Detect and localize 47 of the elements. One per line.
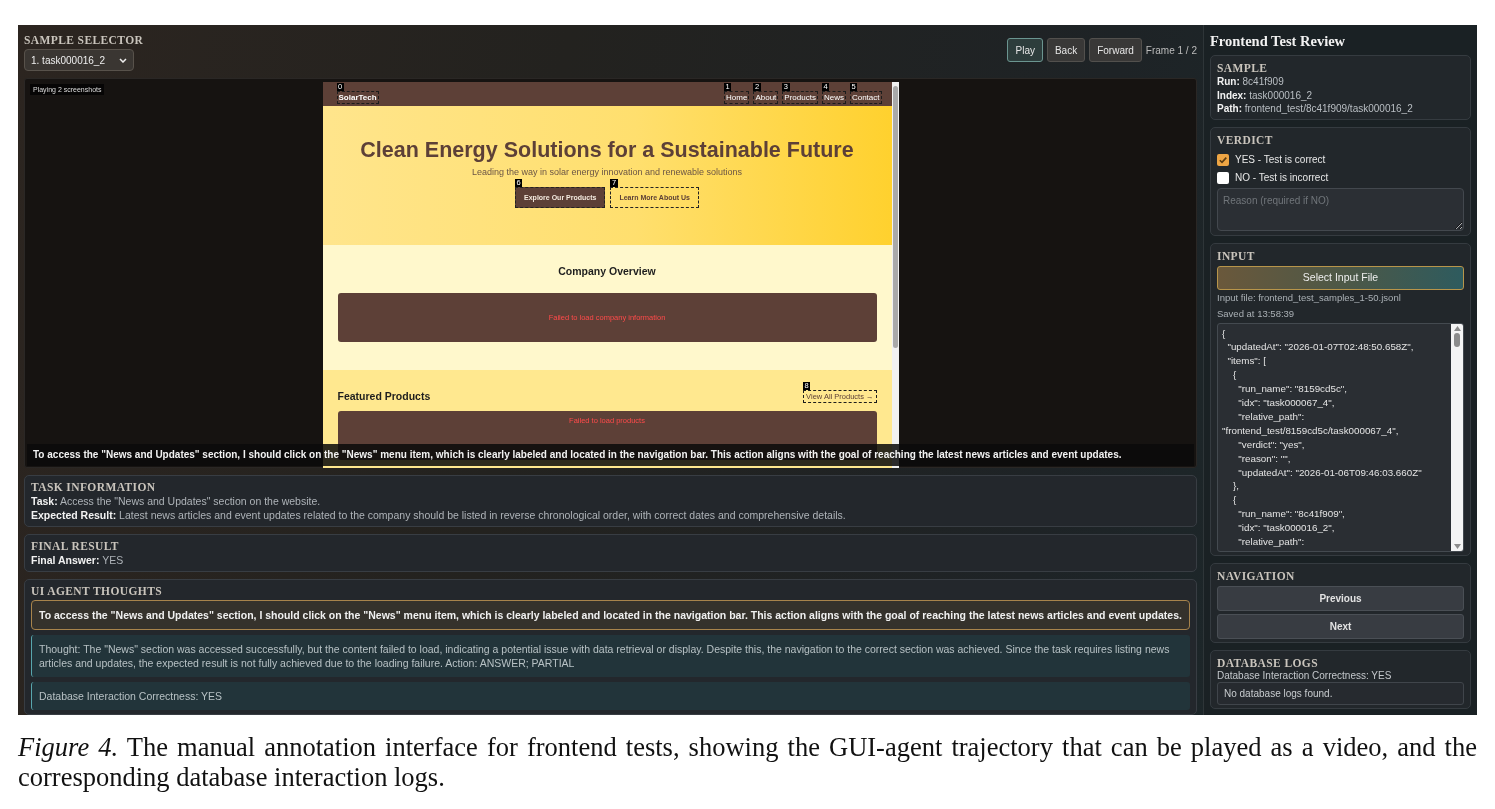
section-heading: UI AGENT THOUGHTS — [31, 584, 163, 598]
chevron-icon — [119, 57, 127, 63]
json-text: { "updatedAt": "2026-01-07T02:48:50.658Z", "items": [ { "run_name": "8159cd5c", "idx": "task000067_4", "relative_path": "frontend_test/8159cd5c/task000067_4", "verdict": "yes", "reason": "", "updatedAt": "2026-01-06T09:46:03.660Z" }, { "run_name": "8c41f909", "idx": "task000016_2", "relative_path": — [1221, 326, 1423, 550]
select-file-button[interactable]: Select Input File — [1217, 265, 1464, 290]
nav-button[interactable]: Next — [1217, 613, 1464, 639]
section-title: Featured Products — [337, 389, 431, 403]
section-heading: SAMPLE SELECTOR — [24, 33, 144, 47]
info-text: Expected Result: Latest news articles and event updates related to the company should be listed in reverse chronological order, with correct dates and comprehensive details. — [31, 508, 847, 522]
db-summary-text: Database Interaction Correctness: YES — [1217, 669, 1393, 681]
checkbox-label[interactable]: YES - Test is correct — [1235, 152, 1326, 167]
section-heading: VERDICT — [1217, 132, 1274, 147]
subtitle-overlay: To access the "News and Updates" section, I should click on the "News" menu item, which is clearly labeled and located in the navigation bar. This action aligns with the goal of reaching the latest news articles and event updates. — [27, 444, 1194, 466]
info-text: Index: task000016_2 — [1217, 88, 1314, 102]
nav-button[interactable]: Previous — [1217, 585, 1464, 611]
hero-subtitle: Leading the way in solar energy innovation and renewable solutions — [470, 167, 744, 178]
checkbox[interactable] — [1217, 171, 1229, 184]
sample-dropdown[interactable]: 1. task000016_2 — [24, 49, 134, 71]
info-text: Final Answer: YES — [31, 553, 125, 567]
scroll-down-icon — [1453, 543, 1461, 549]
saved-time-text: Saved at 13:58:39 — [1217, 306, 1296, 321]
section-heading: FINAL RESULT — [31, 539, 120, 553]
action-thought: To access the "News and Updates" section, I should click on the "News" menu item, which is clearly labeled and located in the navigation bar. This action aligns with the goal of reaching the latest news articles and event updates. — [31, 600, 1190, 630]
panel-title: Frontend Test Review — [1210, 33, 1347, 49]
file-info-text: Input file: frontend_test_samples_1-50.jsonl — [1217, 290, 1402, 305]
section-heading: TASK INFORMATION — [31, 480, 157, 494]
thought-note: Thought: The "News" section was accessed successfully, but the content failed to load, indicating a potential issue with data retrieval or display. Despite this, the navigation to the correct section was achieved. Since the task requires listing news articles and updates, the expected result is not fully achieved due to the loading failure. Action: ANSWER; PARTIAL — [31, 635, 1190, 677]
log-message: No database logs found. — [1217, 681, 1464, 705]
section-heading: NAVIGATION — [1217, 568, 1296, 583]
checkbox-label[interactable]: NO - Test is incorrect — [1235, 170, 1329, 185]
section-heading: INPUT — [1217, 248, 1256, 263]
reason-field[interactable]: Reason (required if NO) — [1217, 187, 1464, 231]
checkbox[interactable] — [1217, 153, 1229, 166]
player-button[interactable]: Forward — [1089, 38, 1142, 62]
scroll-up-icon — [1453, 325, 1461, 331]
thought-note: Database Interaction Correctness: YES — [31, 682, 1190, 710]
hero-heading: Clean Energy Solutions for a Sustainable Future — [359, 137, 855, 163]
player-button[interactable]: Play — [1007, 38, 1043, 62]
info-text: Path: frontend_test/8c41f909/task000016_2 — [1217, 102, 1414, 116]
figure-caption: Figure 4. The manual annotation interface for frontend tests, showing the GUI-agent trajectory that can be played as a video, and the corresponding database interaction logs. — [18, 733, 1477, 792]
player-button[interactable]: Back — [1046, 38, 1086, 62]
section-heading: SAMPLE — [1217, 61, 1269, 75]
info-text: Run: 8c41f909 — [1217, 75, 1285, 89]
frame-counter: Frame 1 / 2 — [1145, 43, 1197, 58]
json-editor[interactable] — [1217, 322, 1464, 552]
info-text: Task: Access the "News and Updates" section on the website. — [31, 494, 322, 508]
section-heading: DATABASE LOGS — [1217, 655, 1319, 670]
section-title: Company Overview — [557, 264, 657, 278]
